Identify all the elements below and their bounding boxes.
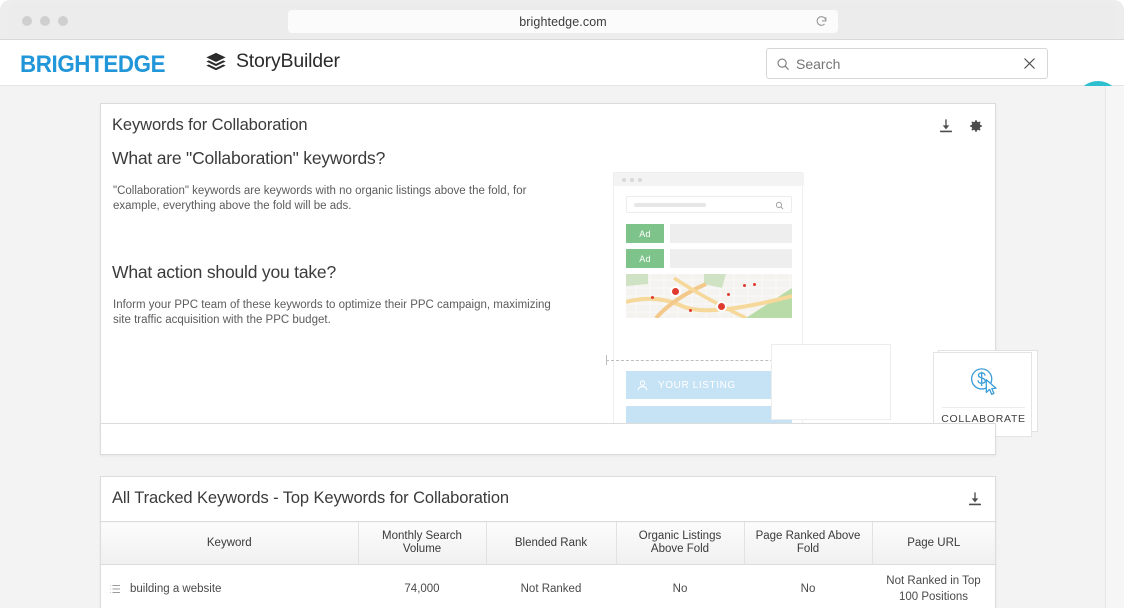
download-icon[interactable] bbox=[938, 118, 954, 134]
callout-divider bbox=[942, 407, 1025, 408]
table-title: All Tracked Keywords - Top Keywords for … bbox=[112, 489, 509, 508]
map-pin-1 bbox=[670, 286, 681, 297]
search-icon bbox=[776, 57, 790, 71]
map-pin-2 bbox=[716, 301, 727, 312]
app-header: BRIGHTEDGE StoryBuilder K bbox=[0, 40, 1124, 86]
search-box[interactable] bbox=[766, 48, 1048, 79]
column-header-page-url[interactable]: Page URL bbox=[872, 522, 995, 565]
ad-badge: Ad bbox=[626, 249, 664, 268]
column-header-organic-listings[interactable]: Organic Listings Above Fold bbox=[616, 522, 744, 565]
mock-ad-result-2: Ad bbox=[626, 249, 792, 268]
table-row[interactable]: building a website 74,000 Not Ranked No … bbox=[101, 565, 995, 608]
tracked-keywords-card: All Tracked Keywords - Top Keywords for … bbox=[100, 476, 996, 608]
map-dot-1 bbox=[651, 296, 654, 299]
ad-result-line bbox=[670, 224, 792, 243]
page-right-gutter bbox=[1106, 86, 1124, 608]
mock-dot-1 bbox=[622, 178, 626, 182]
person-icon bbox=[636, 379, 649, 392]
search-input[interactable] bbox=[796, 56, 1022, 72]
page-title: Keywords for Collaboration bbox=[112, 116, 308, 135]
map-dot-4 bbox=[743, 284, 746, 287]
column-header-search-volume[interactable]: Monthly Search Volume bbox=[358, 522, 486, 565]
download-icon[interactable] bbox=[967, 491, 983, 507]
cell-organic-listings-above-fold: No bbox=[616, 565, 744, 608]
column-header-keyword[interactable]: Keyword bbox=[101, 522, 358, 565]
card-footer-strip bbox=[100, 423, 996, 455]
ad-result-line bbox=[670, 249, 792, 268]
mock-map-pack bbox=[626, 274, 792, 318]
reload-icon[interactable] bbox=[815, 15, 828, 28]
column-header-blended-rank[interactable]: Blended Rank bbox=[486, 522, 616, 565]
question-heading-2: What action should you take? bbox=[112, 262, 336, 283]
card-actions bbox=[938, 118, 984, 134]
answer-text-2: Inform your PPC team of these keywords t… bbox=[113, 298, 558, 328]
close-window-button[interactable] bbox=[22, 16, 32, 26]
mock-search-text-placeholder bbox=[634, 203, 706, 207]
answer-text-1: "Collaboration" keywords are keywords wi… bbox=[113, 184, 558, 214]
product-name: StoryBuilder bbox=[236, 50, 340, 73]
dollar-cursor-icon bbox=[965, 365, 1003, 399]
mock-search-bar bbox=[626, 196, 792, 213]
keywords-info-card: Keywords for Collaboration What are "Col… bbox=[100, 103, 996, 433]
gear-icon[interactable] bbox=[968, 118, 984, 134]
mock-browser-titlebar bbox=[614, 173, 804, 186]
fold-cap-left bbox=[606, 355, 607, 365]
page-content: Keywords for Collaboration What are "Col… bbox=[0, 86, 1106, 608]
column-header-page-ranked[interactable]: Page Ranked Above Fold bbox=[744, 522, 872, 565]
mock-dot-3 bbox=[638, 178, 642, 182]
mock-dot-2 bbox=[630, 178, 634, 182]
cell-keyword: building a website bbox=[101, 565, 358, 608]
ad-badge: Ad bbox=[626, 224, 664, 243]
close-x-icon[interactable] bbox=[1022, 56, 1037, 71]
brightedge-logo[interactable]: BRIGHTEDGE bbox=[20, 51, 165, 79]
cell-page-url: Not Ranked in Top 100 Positions bbox=[872, 565, 995, 608]
question-heading-1: What are "Collaboration" keywords? bbox=[112, 148, 385, 169]
map-dot-5 bbox=[753, 283, 756, 286]
keywords-table: Keyword Monthly Search Volume Blended Ra… bbox=[101, 521, 995, 608]
list-lines-icon[interactable] bbox=[109, 583, 121, 595]
map-dot-3 bbox=[727, 293, 730, 296]
mock-ad-result-1: Ad bbox=[626, 224, 792, 243]
search-icon bbox=[775, 201, 784, 210]
serp-illustration: Ad Ad bbox=[593, 154, 993, 434]
cell-blended-rank: Not Ranked bbox=[486, 565, 616, 608]
browser-chrome: brightedge.com bbox=[0, 0, 1124, 40]
maximize-window-button[interactable] bbox=[58, 16, 68, 26]
cell-monthly-search-volume: 74,000 bbox=[358, 565, 486, 608]
keyword-text: building a website bbox=[130, 583, 221, 595]
map-dot-2 bbox=[689, 309, 692, 312]
collaborate-icon-wrap bbox=[934, 365, 1033, 399]
illustration-back-panel bbox=[771, 344, 891, 420]
cell-page-ranked-above-fold: No bbox=[744, 565, 872, 608]
table-header-row: Keyword Monthly Search Volume Blended Ra… bbox=[101, 522, 995, 565]
layers-stack-icon bbox=[205, 51, 227, 73]
window-traffic-lights bbox=[22, 16, 68, 26]
your-listing-label: YOUR LISTING bbox=[658, 380, 736, 391]
address-bar[interactable]: brightedge.com bbox=[288, 10, 838, 33]
minimize-window-button[interactable] bbox=[40, 16, 50, 26]
product-title-group: StoryBuilder bbox=[205, 50, 340, 73]
address-bar-url: brightedge.com bbox=[519, 15, 607, 29]
your-listing-row: YOUR LISTING bbox=[626, 371, 792, 399]
